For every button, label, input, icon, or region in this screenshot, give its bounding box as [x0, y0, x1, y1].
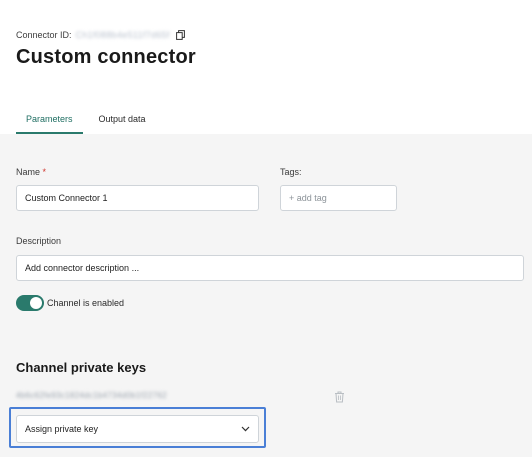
channel-enabled-toggle[interactable]: [16, 295, 44, 311]
connector-id-value: Ch1f088b4e511f7d65f: [75, 30, 170, 40]
connector-id-label: Connector ID:: [16, 30, 72, 40]
description-input[interactable]: Add connector description ...: [16, 255, 524, 281]
name-label: Name *: [16, 167, 46, 177]
tags-input[interactable]: + add tag: [280, 185, 397, 211]
channel-toggle-label: Channel is enabled: [47, 298, 125, 308]
assign-private-key-select[interactable]: Assign private key: [16, 415, 259, 443]
chevron-down-icon: [241, 426, 250, 432]
toggle-knob: [30, 297, 42, 309]
copy-icon[interactable]: [175, 30, 185, 40]
tab-parameters[interactable]: Parameters: [16, 106, 83, 134]
trash-icon[interactable]: [334, 391, 345, 403]
tab-output-data[interactable]: Output data: [89, 106, 156, 134]
name-label-text: Name: [16, 167, 41, 177]
channel-toggle-row: Channel is enabled: [16, 295, 124, 311]
assign-private-key-label: Assign private key: [25, 424, 99, 434]
tags-label: Tags:: [280, 167, 302, 177]
page-title: Custom connector: [16, 46, 196, 68]
connector-id-row: Connector ID: Ch1f088b4e511f7d65f: [16, 30, 185, 40]
name-input[interactable]: Custom Connector 1: [16, 185, 259, 211]
tab-bar: Parameters Output data: [16, 106, 156, 134]
private-keys-title: Channel private keys: [16, 360, 147, 375]
private-key-value: 4b6c62fe93c1824dc1b4734d0b1f22762: [16, 391, 167, 400]
required-marker: *: [42, 167, 47, 177]
description-label: Description: [16, 236, 62, 246]
page-header: Connector ID: Ch1f088b4e511f7d65f Custom…: [0, 0, 532, 134]
